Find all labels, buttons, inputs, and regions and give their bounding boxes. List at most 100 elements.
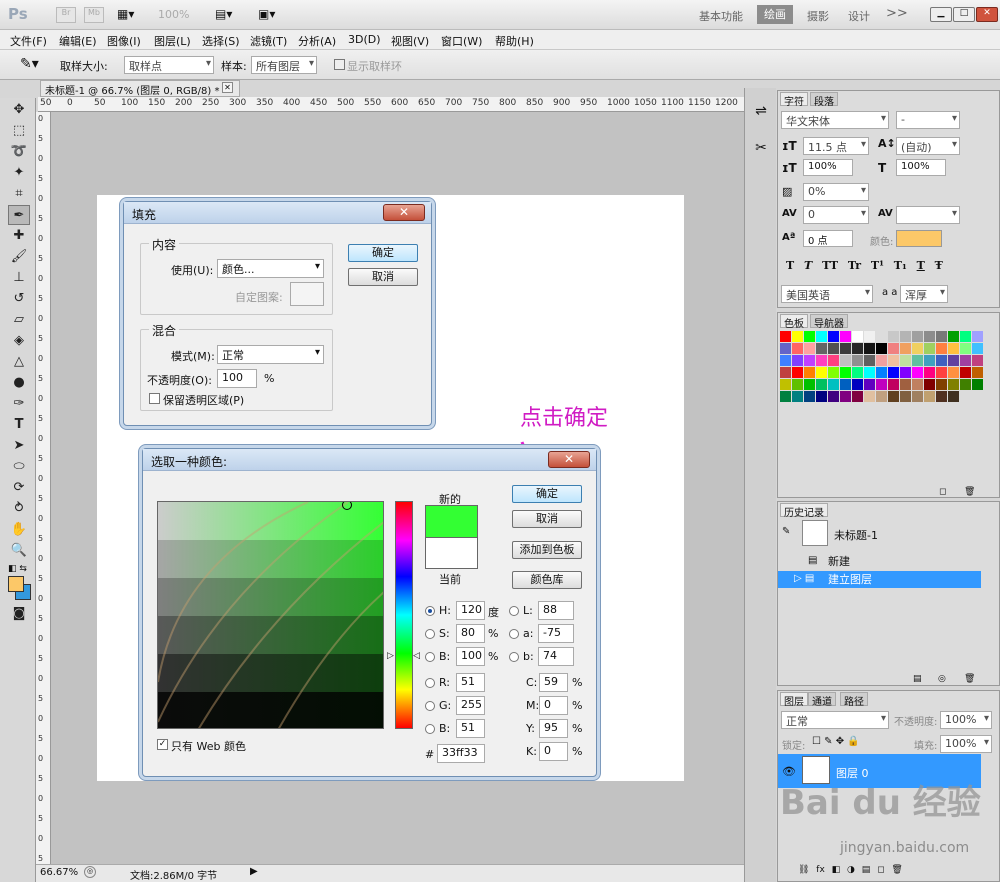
swatch-cell[interactable] [888, 391, 899, 402]
bridge-icon[interactable]: Br [56, 7, 76, 23]
style-subscript[interactable]: T₁ [894, 259, 907, 272]
swatch-cell[interactable] [780, 343, 791, 354]
radio-bv[interactable] [425, 724, 435, 734]
color-field[interactable] [157, 501, 384, 729]
swatch-cell[interactable] [912, 379, 923, 390]
swatch-cell[interactable] [948, 379, 959, 390]
swatch-cell[interactable] [864, 355, 875, 366]
eyedropper-preset-icon[interactable]: ✎▾ [20, 56, 39, 72]
hue-slider-right-arrow-icon[interactable]: ◁ [413, 651, 420, 661]
tab-swatches[interactable]: 色板 [780, 314, 808, 330]
swatch-cell[interactable] [852, 391, 863, 402]
swatch-cell[interactable] [972, 379, 983, 390]
zoom-level[interactable]: 100% [158, 8, 189, 21]
workspace-photography[interactable]: 摄影 [807, 8, 829, 24]
swatch-cell[interactable] [900, 355, 911, 366]
radio-b[interactable] [425, 652, 435, 662]
style-faux-bold[interactable]: T [786, 259, 794, 272]
picker-cancel-button[interactable]: 取消 [512, 510, 582, 528]
menu-select[interactable]: 选择(S) [202, 33, 240, 49]
swatch-cell[interactable] [960, 331, 971, 342]
swatch-cell[interactable] [780, 379, 791, 390]
input-lab-b[interactable]: 74 [538, 647, 574, 666]
new-swatch-icon[interactable]: ◻ [939, 487, 946, 497]
history-brush-icon[interactable]: ↺ [8, 289, 30, 309]
tracking-select[interactable] [896, 206, 960, 224]
swatch-cell[interactable] [900, 379, 911, 390]
close-window-button[interactable]: ✕ [976, 7, 998, 22]
delete-swatch-icon[interactable]: 🗑 [964, 487, 975, 497]
menu-edit[interactable]: 编辑(E) [59, 33, 97, 49]
input-a[interactable]: -75 [538, 624, 574, 643]
menu-image[interactable]: 图像(I) [107, 33, 141, 49]
fill-use-select[interactable]: 颜色... [217, 259, 324, 278]
kerning-select[interactable]: 0 [803, 206, 869, 224]
input-l[interactable]: 88 [538, 601, 574, 620]
vertical-scale-input[interactable]: 100% [803, 159, 853, 176]
layer-fill-select[interactable]: 100% [940, 735, 992, 753]
text-color-swatch[interactable] [896, 230, 942, 247]
swatch-cell[interactable] [852, 355, 863, 366]
swatch-cell[interactable] [936, 355, 947, 366]
input-h[interactable]: 120 [456, 601, 485, 620]
swatch-cell[interactable] [780, 331, 791, 342]
close-tab-icon[interactable]: ✕ [222, 82, 233, 93]
swatch-cell[interactable] [864, 367, 875, 378]
fill-pattern-picker[interactable] [290, 282, 324, 306]
current-color-swatch[interactable] [425, 537, 478, 569]
swatch-cell[interactable] [888, 367, 899, 378]
fill-preserve-checkbox[interactable] [149, 393, 160, 404]
input-r[interactable]: 51 [456, 673, 485, 692]
fill-ok-button[interactable]: 确定 [348, 244, 418, 262]
swatch-cell[interactable] [900, 391, 911, 402]
style-superscript[interactable]: T¹ [871, 259, 884, 272]
tab-history[interactable]: 历史记录 [780, 503, 828, 519]
swatch-cell[interactable] [912, 343, 923, 354]
brush-panel-icon[interactable]: ✂ [750, 140, 772, 162]
swatch-cell[interactable] [888, 379, 899, 390]
swatch-cell[interactable] [924, 355, 935, 366]
marquee-tool-icon[interactable]: ⬚ [8, 121, 30, 141]
add-to-swatches-button[interactable]: 添加到色板 [512, 541, 582, 559]
swatch-cell[interactable] [900, 343, 911, 354]
tab-paragraph[interactable]: 段落 [810, 92, 838, 108]
swatch-cell[interactable] [816, 379, 827, 390]
language-select[interactable]: 美国英语 [781, 285, 873, 303]
anti-alias-select[interactable]: 浑厚 [900, 285, 948, 303]
hue-slider-left-arrow-icon[interactable]: ▷ [387, 651, 394, 661]
swatch-cell[interactable] [876, 379, 887, 390]
menu-layer[interactable]: 图层(L) [154, 33, 191, 49]
input-k[interactable]: 0 [539, 742, 568, 761]
swatch-cell[interactable] [960, 355, 971, 366]
sample-select[interactable]: 所有图层 [251, 56, 317, 74]
swatch-cell[interactable] [888, 343, 899, 354]
history-new-doc-icon[interactable]: ▤ [913, 674, 922, 684]
swatch-cell[interactable] [828, 391, 839, 402]
layer-blend-select[interactable]: 正常 [781, 711, 889, 729]
swatch-cell[interactable] [972, 355, 983, 366]
swatch-cell[interactable] [792, 379, 803, 390]
swatch-cell[interactable] [840, 331, 851, 342]
swatch-cell[interactable] [792, 331, 803, 342]
foreground-color-swatch[interactable] [8, 576, 24, 592]
swatch-cell[interactable] [864, 391, 875, 402]
input-s[interactable]: 80 [456, 624, 485, 643]
swatch-cell[interactable] [912, 391, 923, 402]
swatch-cell[interactable] [864, 343, 875, 354]
baseline-shift-input[interactable]: 0 点 [803, 230, 853, 247]
swatch-cell[interactable] [888, 355, 899, 366]
font-size-select[interactable]: 11.5 点 [803, 137, 869, 155]
swatch-cell[interactable] [960, 367, 971, 378]
workspace-essentials[interactable]: 基本功能 [699, 8, 743, 24]
status-menu-arrow-icon[interactable]: ▶ [250, 866, 258, 877]
style-small-caps[interactable]: Tr [848, 259, 861, 272]
swatch-cell[interactable] [960, 343, 971, 354]
radio-s[interactable] [425, 629, 435, 639]
swatch-cell[interactable] [936, 343, 947, 354]
swatch-cell[interactable] [960, 379, 971, 390]
healing-tool-icon[interactable]: ✚ [8, 226, 30, 246]
swatch-cell[interactable] [876, 391, 887, 402]
swatch-cell[interactable] [804, 355, 815, 366]
type-tool-icon[interactable]: T [8, 415, 30, 435]
workspace-painting[interactable]: 绘画 [757, 5, 793, 24]
